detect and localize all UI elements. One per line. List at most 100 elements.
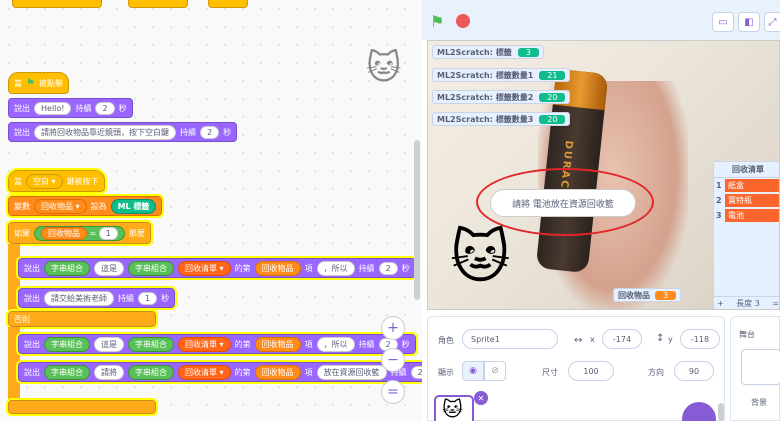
say-text-input[interactable]: Hello!: [34, 101, 72, 115]
list-index: 3: [716, 211, 722, 220]
join-text-input[interactable]: 這是: [94, 336, 124, 352]
zoom-in-button[interactable]: +: [381, 316, 405, 340]
list-value[interactable]: 寶特瓶: [725, 194, 779, 207]
say-for-secs-block[interactable]: 說出 請交給美術老師 持續 1 秒: [15, 286, 178, 310]
stage-selector-pane[interactable]: 舞台 背景: [730, 316, 780, 421]
hide-eye-icon[interactable]: ⊘: [484, 361, 506, 381]
when-label: 當: [14, 78, 22, 88]
secs-unit-label: 秒: [118, 103, 127, 113]
direction-input[interactable]: 90: [674, 361, 714, 381]
stage-thumbnail[interactable]: [741, 349, 780, 385]
monitor-value: 21: [539, 70, 566, 80]
key-dropdown[interactable]: 空白 ▾: [26, 173, 63, 189]
zoom-out-button[interactable]: −: [381, 348, 405, 372]
cutoff-block[interactable]: [12, 0, 102, 8]
backdrops-label: 背景: [751, 398, 767, 407]
join-operator[interactable]: 字串組合: [44, 260, 90, 276]
secs-input[interactable]: 2: [200, 125, 220, 139]
list-footer: + 長度 3 =: [714, 296, 779, 309]
sprite-thumbnail[interactable]: 🐱: [434, 395, 474, 421]
delete-sprite-icon[interactable]: ✕: [474, 391, 488, 405]
list-item[interactable]: 3 電池: [714, 208, 779, 223]
list-dropdown[interactable]: 回收清單 ▾: [178, 260, 231, 276]
code-scrollbar[interactable]: [414, 140, 420, 300]
list-dropdown[interactable]: 回收清單 ▾: [178, 336, 231, 352]
else-label: 否則: [14, 314, 30, 324]
list-value[interactable]: 電池: [725, 209, 779, 222]
join-text-input[interactable]: 放在資源回收籃: [316, 364, 387, 380]
secs-input[interactable]: 1: [138, 291, 158, 305]
list-title: 回收清單: [714, 162, 779, 178]
if-else-block[interactable]: 如果 回收物品 = 1 那麼: [6, 220, 153, 246]
say-join-block[interactable]: 說出 字串組合 這是 字串組合 回收清單 ▾ 的第 回收物品 項 ，所以 持續 …: [16, 332, 418, 356]
cat-sprite-icon[interactable]: 🐱: [450, 223, 510, 291]
variable-reporter[interactable]: 回收物品: [254, 336, 301, 352]
say-join-block[interactable]: 說出 字串組合 請將 字串組合 回收清單 ▾ 的第 回收物品 項 放在資源回收籃…: [16, 360, 422, 384]
variable-dropdown[interactable]: 回收物品 ▾: [34, 198, 87, 214]
cutoff-block[interactable]: [208, 0, 248, 8]
stop-icon[interactable]: [456, 14, 470, 28]
y-input[interactable]: -118: [680, 329, 720, 349]
sprite-label: 角色: [438, 336, 454, 345]
fullscreen-icon[interactable]: ⤢: [764, 12, 780, 32]
set-variable-block[interactable]: 變數 回收物品 ▾ 設為 ML 標籤: [5, 194, 165, 218]
recycle-list-monitor[interactable]: 回收清單 1 紙盒 2 寶特瓶 3 電池 + 長度 3 =: [713, 161, 779, 309]
say-label: 說出: [24, 263, 40, 273]
show-eye-icon[interactable]: ◉: [462, 361, 484, 381]
list-add-button[interactable]: +: [717, 299, 724, 308]
join-operator[interactable]: 字串組合: [44, 364, 90, 380]
list-value[interactable]: 紙盒: [725, 179, 779, 192]
join-text-input[interactable]: 請將: [94, 364, 124, 380]
green-flag-icon[interactable]: ⚑: [430, 12, 450, 32]
when-key-pressed-block[interactable]: 當 空白 ▾ 鍵被按下: [6, 168, 107, 194]
cutoff-block[interactable]: [128, 0, 188, 8]
join-text-input[interactable]: ，所以: [316, 260, 355, 276]
sprite-info-pane: 角色 Sprite1 ↔ x -174 ↕ y -118 顯示 ◉ ⊘ 尺寸 1…: [427, 316, 725, 421]
normal-stage-icon[interactable]: ◧: [738, 12, 760, 32]
equals-sign: =: [89, 228, 97, 238]
variable-reporter[interactable]: 回收物品: [254, 364, 301, 380]
variable-reporter[interactable]: 回收物品: [254, 260, 301, 276]
ml-label-reporter[interactable]: ML 標籤: [110, 198, 157, 214]
small-stage-icon[interactable]: ▭: [712, 12, 734, 32]
monitor-label: ML2Scratch: 標籤數量2: [437, 92, 534, 102]
join-operator[interactable]: 字串組合: [44, 336, 90, 352]
sprite-name-input[interactable]: Sprite1: [462, 329, 558, 349]
monitor-value: 3: [655, 290, 677, 300]
join-text-input[interactable]: ，所以: [316, 336, 355, 352]
say-label: 說出: [24, 339, 40, 349]
monitor-label: ML2Scratch: 標籤: [437, 47, 512, 57]
say-for-secs-block[interactable]: 說出 Hello! 持續 2 秒: [8, 98, 133, 118]
secs-unit-label: 秒: [401, 263, 410, 273]
say-text-input[interactable]: 請交給美術老師: [44, 290, 114, 306]
x-arrows-icon: ↔: [574, 335, 583, 346]
join-operator[interactable]: 字串組合: [128, 260, 174, 276]
list-item[interactable]: 1 紙盒: [714, 178, 779, 193]
monitor-label: ML2Scratch: 標籤數量3: [437, 114, 534, 124]
secs-input[interactable]: 2: [378, 261, 398, 275]
join-text-input[interactable]: 這是: [94, 260, 124, 276]
equals-operator[interactable]: 回收物品 = 1: [34, 225, 125, 241]
sprite-list-scrollbar[interactable]: [718, 403, 724, 421]
compare-value-input[interactable]: 1: [98, 226, 118, 240]
join-operator[interactable]: 字串組合: [128, 336, 174, 352]
say-text-input[interactable]: 請將回收物品靠近鏡頭，按下空白鍵: [34, 124, 176, 140]
stage[interactable]: DURACELL ML2Scratch: 標籤 3 ML2Scratch: 標籤…: [427, 40, 780, 310]
secs-input[interactable]: 2: [95, 101, 115, 115]
monitor-label: ML2Scratch: 標籤數量1: [437, 70, 534, 80]
code-area[interactable]: 當 ⚑ 被點擊 說出 Hello! 持續 2 秒 說出 請將回收物品靠近鏡頭，按…: [0, 0, 422, 421]
say-join-block[interactable]: 說出 字串組合 這是 字串組合 回收清單 ▾ 的第 回收物品 項 ，所以 持續 …: [16, 256, 418, 280]
variable-reporter[interactable]: 回收物品: [41, 226, 87, 240]
secs-input[interactable]: 2: [410, 365, 422, 379]
x-input[interactable]: -174: [602, 329, 642, 349]
list-item[interactable]: 2 寶特瓶: [714, 193, 779, 208]
say-for-secs-block[interactable]: 說出 請將回收物品靠近鏡頭，按下空白鍵 持續 2 秒: [8, 122, 238, 142]
join-operator[interactable]: 字串組合: [128, 364, 174, 380]
list-dropdown[interactable]: 回收清單 ▾: [178, 364, 231, 380]
list-resize-handle[interactable]: =: [772, 299, 779, 308]
size-input[interactable]: 100: [568, 361, 614, 381]
if-else-bottom: [6, 398, 158, 416]
zoom-reset-button[interactable]: =: [381, 380, 405, 404]
when-flag-clicked-block[interactable]: 當 ⚑ 被點擊: [8, 72, 69, 94]
say-label: 說出: [14, 127, 30, 137]
